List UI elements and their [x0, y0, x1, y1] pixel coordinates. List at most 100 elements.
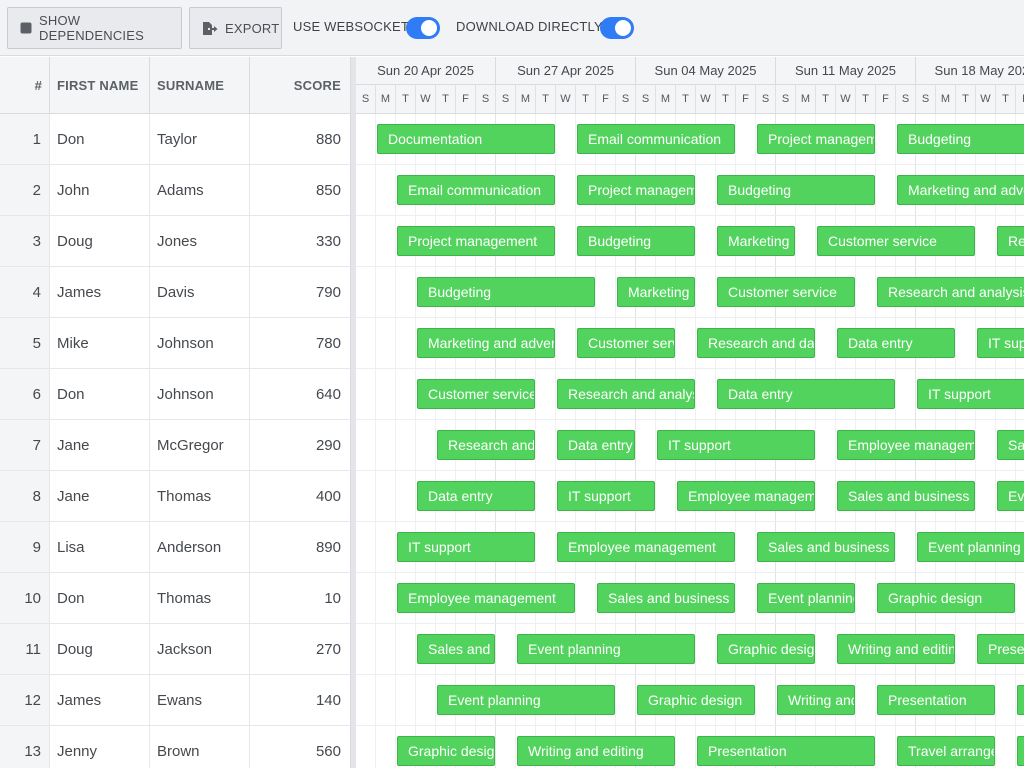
task-bar[interactable]: Employee management	[397, 583, 575, 613]
task-bar[interactable]: Budgeting	[577, 226, 695, 256]
table-row[interactable]: 5 Mike Johnson 780	[0, 318, 350, 369]
task-bar[interactable]: Event planning	[517, 634, 695, 664]
task-bar[interactable]: Event planning	[917, 532, 1024, 562]
task-bar[interactable]: Customer service	[417, 379, 535, 409]
download-directly-toggle[interactable]	[600, 17, 634, 39]
task-bar[interactable]: Presentation	[877, 685, 995, 715]
task-bar[interactable]: Training	[1017, 736, 1024, 766]
column-header-score[interactable]: SCORE	[250, 57, 350, 113]
task-bar[interactable]: Data entry	[417, 481, 535, 511]
table-row[interactable]: 10 Don Thomas 10	[0, 573, 350, 624]
task-bar[interactable]: Email communication	[397, 175, 555, 205]
task-bar[interactable]: Sales and business	[597, 583, 735, 613]
task-bar[interactable]: Documentation	[377, 124, 555, 154]
task-bar[interactable]: IT support	[557, 481, 655, 511]
column-header-surname[interactable]: SURNAME	[150, 57, 250, 113]
surname-cell: Johnson	[150, 318, 250, 368]
table-row[interactable]: 3 Doug Jones 330	[0, 216, 350, 267]
task-bar[interactable]: Research	[997, 226, 1024, 256]
score-cell: 560	[315, 742, 341, 760]
task-bar[interactable]: Presentation	[697, 736, 875, 766]
schedule-row: Email communication Project management Bud…	[356, 165, 1024, 216]
export-button[interactable]: EXPORT	[189, 7, 282, 49]
use-websocket-toggle[interactable]	[406, 17, 440, 39]
task-bar[interactable]: Employee management	[557, 532, 735, 562]
day-header: S	[896, 85, 916, 113]
task-bar[interactable]: Email communication	[577, 124, 735, 154]
table-row[interactable]: 13 Jenny Brown 560	[0, 726, 350, 768]
table-row[interactable]: 4 James Davis 790	[0, 267, 350, 318]
schedule-row: Customer service Research and analysis Dat…	[356, 369, 1024, 420]
task-bar[interactable]: Budgeting	[897, 124, 1024, 154]
task-bar[interactable]: Sales and business	[837, 481, 975, 511]
task-bar[interactable]: Research and data	[697, 328, 815, 358]
task-bar[interactable]: Graphic design	[877, 583, 1015, 613]
table-row[interactable]: 9 Lisa Anderson 890	[0, 522, 350, 573]
column-header-first-name[interactable]: FIRST NAME	[50, 57, 150, 113]
schedule-panel: Sun 20 Apr 2025 Sun 27 Apr 2025 Sun 04 May…	[356, 57, 1024, 768]
task-bar[interactable]: Employee management	[837, 430, 975, 460]
score-cell: 640	[315, 385, 341, 403]
task-bar[interactable]: Event planning	[437, 685, 615, 715]
task-bar[interactable]: Data entry	[557, 430, 635, 460]
surname-cell: Davis	[150, 267, 250, 317]
column-header-number[interactable]: #	[0, 57, 50, 113]
table-row[interactable]: 1 Don Taylor 880	[0, 114, 350, 165]
task-bar[interactable]: Graphic design	[397, 736, 495, 766]
score-cell: 790	[315, 283, 341, 301]
table-row[interactable]: 2 John Adams 850	[0, 165, 350, 216]
task-bar[interactable]: Project management	[577, 175, 695, 205]
first-name-cell: Jane	[50, 420, 150, 470]
task-bar[interactable]: Writing and	[777, 685, 855, 715]
show-dependencies-button[interactable]: SHOW DEPENDENCIES	[7, 7, 182, 49]
task-bar[interactable]: Travel	[1017, 685, 1024, 715]
day-header: S	[496, 85, 516, 113]
task-bar[interactable]: Writing and editing	[837, 634, 955, 664]
table-row[interactable]: 6 Don Johnson 640	[0, 369, 350, 420]
task-bar[interactable]: IT support	[657, 430, 815, 460]
task-bar[interactable]: Sales and business	[757, 532, 895, 562]
schedule-row: Graphic design Writing and editing Present…	[356, 726, 1024, 768]
task-bar[interactable]: Travel arrangements	[897, 736, 995, 766]
task-bar[interactable]: Marketing	[617, 277, 695, 307]
task-bar[interactable]: Event	[997, 481, 1024, 511]
table-row[interactable]: 8 Jane Thomas 400	[0, 471, 350, 522]
task-bar[interactable]: Presentation	[977, 634, 1024, 664]
table-row[interactable]: 11 Doug Jackson 270	[0, 624, 350, 675]
timeline-header: Sun 20 Apr 2025 Sun 27 Apr 2025 Sun 04 May…	[356, 57, 1024, 114]
task-bar[interactable]: Marketing	[717, 226, 795, 256]
day-header: M	[796, 85, 816, 113]
task-bar[interactable]: Research and	[437, 430, 535, 460]
task-bar[interactable]: Project management	[397, 226, 555, 256]
week-header: Sun 04 May 2025	[636, 57, 776, 85]
task-bar[interactable]: Sales and	[417, 634, 495, 664]
table-row[interactable]: 12 James Ewans 140	[0, 675, 350, 726]
task-bar[interactable]: IT support	[917, 379, 1024, 409]
task-bar[interactable]: Graphic design	[717, 634, 815, 664]
task-bar[interactable]: Data entry	[837, 328, 955, 358]
task-bar[interactable]: Writing and editing	[517, 736, 675, 766]
surname-cell: Brown	[150, 726, 250, 768]
score-cell: 400	[315, 487, 341, 505]
table-row[interactable]: 7 Jane McGregor 290	[0, 420, 350, 471]
task-bar[interactable]: Marketing and advertising	[417, 328, 555, 358]
task-bar[interactable]: Data entry	[717, 379, 895, 409]
task-bar[interactable]: Project management	[757, 124, 875, 154]
task-bar[interactable]: Event planning	[757, 583, 855, 613]
task-bar[interactable]: Marketing and advertising	[897, 175, 1024, 205]
task-bar[interactable]: Research and analysis	[877, 277, 1024, 307]
task-bar[interactable]: Research and analysis	[557, 379, 695, 409]
task-bar[interactable]: Graphic design	[637, 685, 755, 715]
task-bar[interactable]: Employee management	[677, 481, 815, 511]
task-bar[interactable]: IT support	[977, 328, 1024, 358]
schedule-row: Documentation Email communication Project …	[356, 114, 1024, 165]
task-bar[interactable]: Customer service	[717, 277, 855, 307]
task-bar[interactable]: Customer service	[577, 328, 675, 358]
score-cell: 10	[324, 589, 341, 607]
task-bar[interactable]: IT support	[397, 532, 535, 562]
task-bar[interactable]: Sales	[997, 430, 1024, 460]
task-bar[interactable]: Budgeting	[717, 175, 875, 205]
task-bar[interactable]: Budgeting	[417, 277, 595, 307]
task-bar[interactable]: Customer service	[817, 226, 975, 256]
first-name-cell: Mike	[50, 318, 150, 368]
